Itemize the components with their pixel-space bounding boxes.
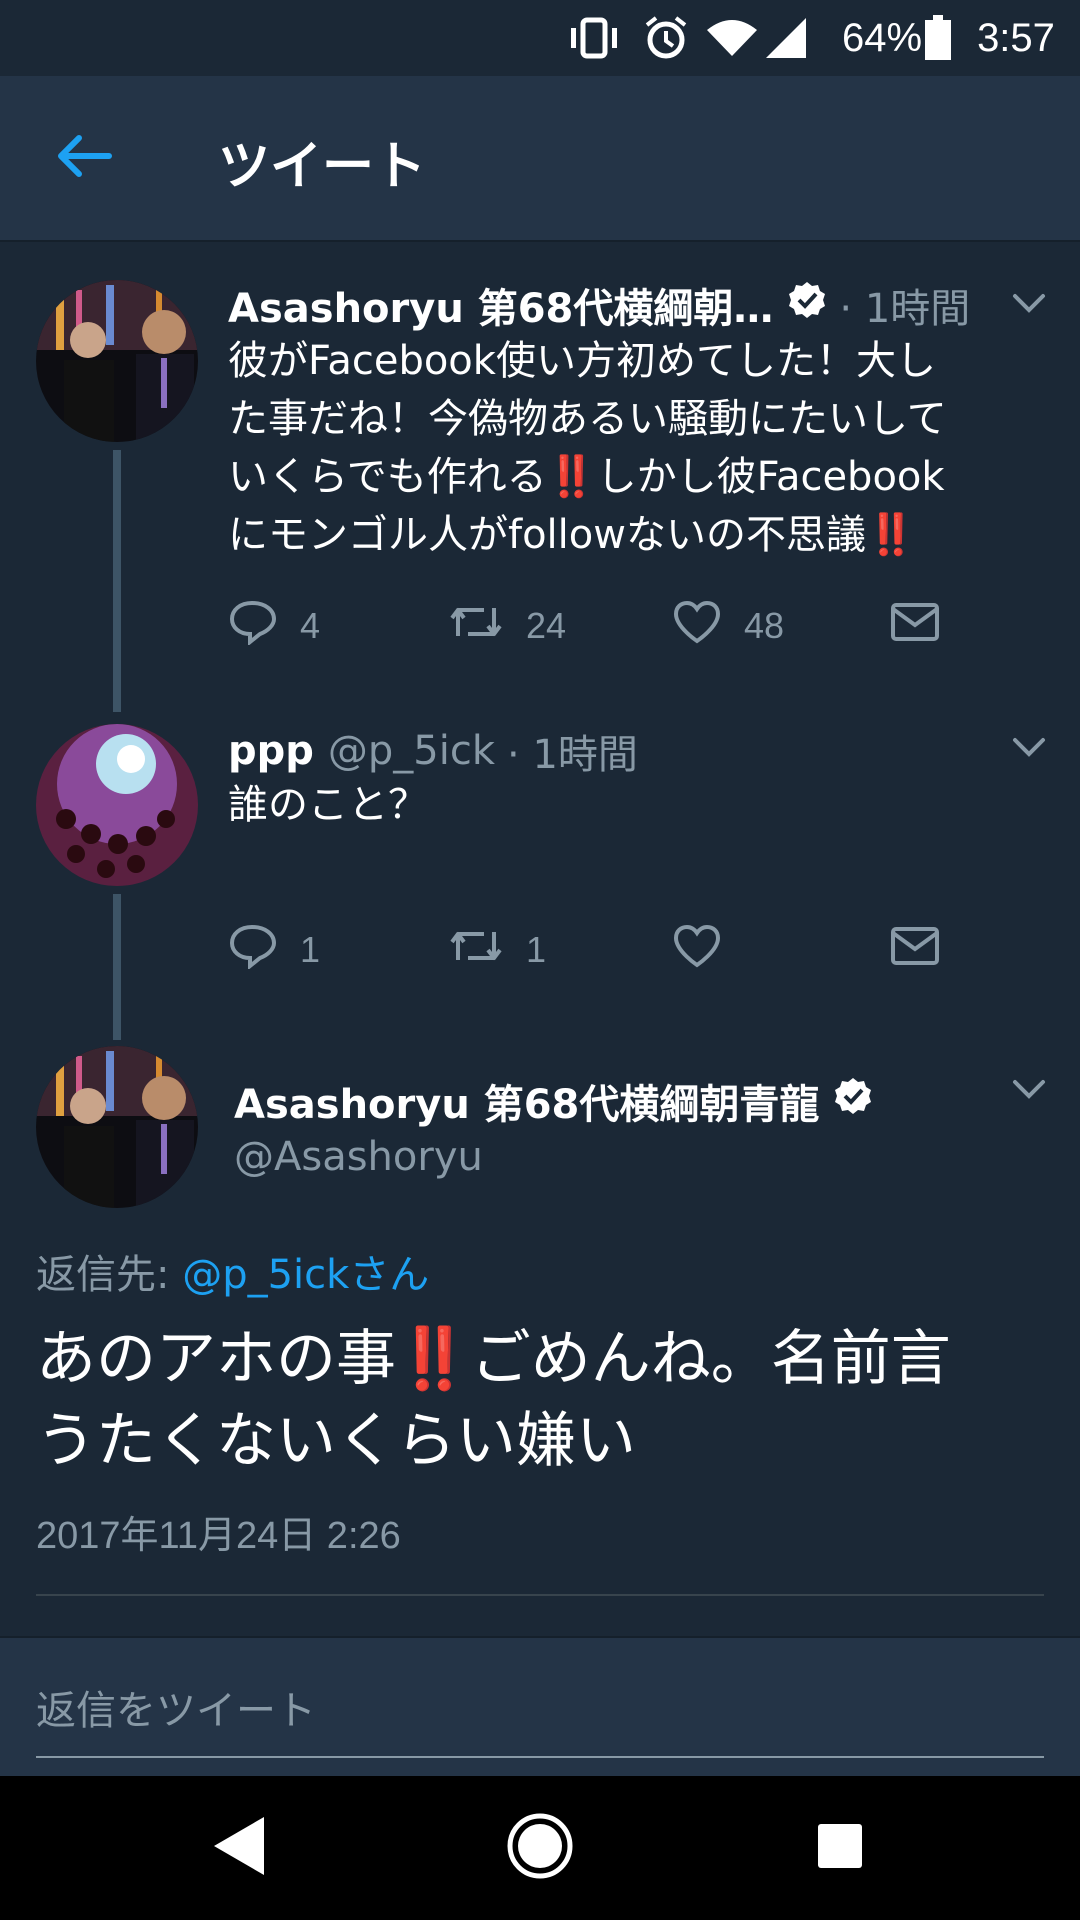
retweet-icon (448, 600, 504, 653)
battery-icon (920, 14, 956, 62)
reply-to-label: 返信先: (36, 1252, 183, 1298)
tweet-text-line: た事だね！今偽物あるい騒動にたいして (228, 396, 947, 442)
verified-badge-icon (787, 280, 827, 330)
divider (36, 1594, 1044, 1596)
reply-icon (228, 923, 278, 978)
tweet-author-line: ppp @p_5ick · 1時間 (228, 722, 638, 780)
main-tweet-text-line: うたくないくらい嫌い (36, 1406, 636, 1476)
like-button[interactable]: 48 (672, 596, 784, 656)
retweet-button[interactable]: 1 (448, 920, 546, 980)
retweet-icon (448, 924, 504, 977)
thread-line (113, 450, 121, 712)
heart-icon (672, 923, 722, 978)
reply-to-line: 返信先: @p_5ickさん (36, 1242, 429, 1300)
chevron-down-icon[interactable] (1006, 280, 1052, 326)
reply-to-user-link[interactable]: @p_5ickさん (182, 1252, 429, 1298)
reply-bar: 返信をツイート (0, 1636, 1080, 1778)
retweet-button[interactable]: 24 (448, 596, 566, 656)
nav-home-button[interactable] (500, 1808, 580, 1888)
reply-count: 4 (300, 605, 321, 646)
tweet-actions: 4 24 48 (228, 596, 1058, 656)
heart-icon (672, 599, 722, 654)
chevron-down-icon[interactable] (1006, 724, 1052, 770)
reply-button[interactable]: 4 (228, 596, 320, 656)
tweet-actions: 1 1 (228, 920, 1058, 980)
recents-square-icon (816, 1822, 864, 1874)
tweet-time: · 1時間 (507, 732, 638, 778)
nav-back-button[interactable] (200, 1808, 280, 1888)
retweet-count: 24 (526, 605, 567, 646)
main-tweet-text-line: あのアホの事‼️ごめんね。名前言 (36, 1324, 951, 1394)
clock-time: 3:57 (977, 15, 1055, 60)
envelope-icon (890, 925, 940, 976)
signal-icon (762, 14, 810, 62)
back-button[interactable] (48, 128, 120, 188)
direct-message-button[interactable] (890, 920, 940, 980)
tweet-timestamp: 2017年11月24日 2:26 (36, 1515, 401, 1557)
verified-badge-icon (833, 1076, 873, 1126)
avatar[interactable] (36, 724, 198, 886)
avatar[interactable] (36, 1046, 198, 1208)
reply-count: 1 (300, 929, 321, 970)
author-name[interactable]: Asashoryu 第68代横綱朝青龍 (234, 1072, 819, 1130)
tweet-text-line: いくらでも作れる‼️しかし彼Facebook (228, 454, 945, 500)
arrow-left-icon (55, 134, 113, 182)
battery-percent: 64% (841, 15, 923, 60)
envelope-icon (890, 601, 940, 652)
author-handle[interactable]: @p_5ick (328, 728, 495, 774)
main-tweet-text: あのアホの事‼️ごめんね。名前言 うたくないくらい嫌い (36, 1318, 1046, 1482)
tweet-text: 彼がFacebook使い方初めてした！大し た事だね！今偽物あるい騒動にたいして… (228, 332, 1058, 564)
tweet-text: 誰のこと？ (228, 782, 428, 828)
avatar[interactable] (36, 280, 198, 442)
reply-button[interactable]: 1 (228, 920, 320, 980)
like-button[interactable] (672, 920, 744, 980)
thread-line (113, 894, 121, 1040)
nav-recents-button[interactable] (800, 1808, 880, 1888)
reply-icon (228, 599, 278, 654)
tweet-text-line: 彼がFacebook使い方初めてした！大し (228, 338, 936, 384)
page-title: ツイート (218, 137, 427, 197)
tweet-time: · 1時間 (839, 286, 971, 332)
system-nav-bar (0, 1776, 1080, 1920)
like-count: 48 (744, 605, 785, 646)
reply-input[interactable]: 返信をツイート (36, 1678, 1044, 1758)
main-author-line: Asashoryu 第68代横綱朝青龍 (234, 1072, 873, 1130)
tweet-author-line: Asashoryu 第68代横綱朝… · 1時間 (228, 276, 970, 334)
retweet-count: 1 (526, 929, 547, 970)
author-name[interactable]: ppp (228, 728, 314, 774)
chevron-down-icon[interactable] (1006, 1066, 1052, 1112)
author-name[interactable]: Asashoryu 第68代横綱朝… (228, 276, 773, 334)
back-triangle-icon (210, 1815, 270, 1881)
vibrate-icon (566, 14, 622, 62)
direct-message-button[interactable] (890, 596, 940, 656)
author-handle[interactable]: @Asashoryu (234, 1134, 483, 1180)
home-circle-icon (505, 1811, 575, 1885)
wifi-icon (704, 14, 760, 62)
alarm-icon (640, 14, 692, 62)
tweet-text-line: にモンゴル人がfollowないの不思議‼️ (228, 512, 916, 558)
app-header: ツイート (0, 76, 1080, 242)
status-bar: 64% 3:57 (0, 0, 1080, 76)
